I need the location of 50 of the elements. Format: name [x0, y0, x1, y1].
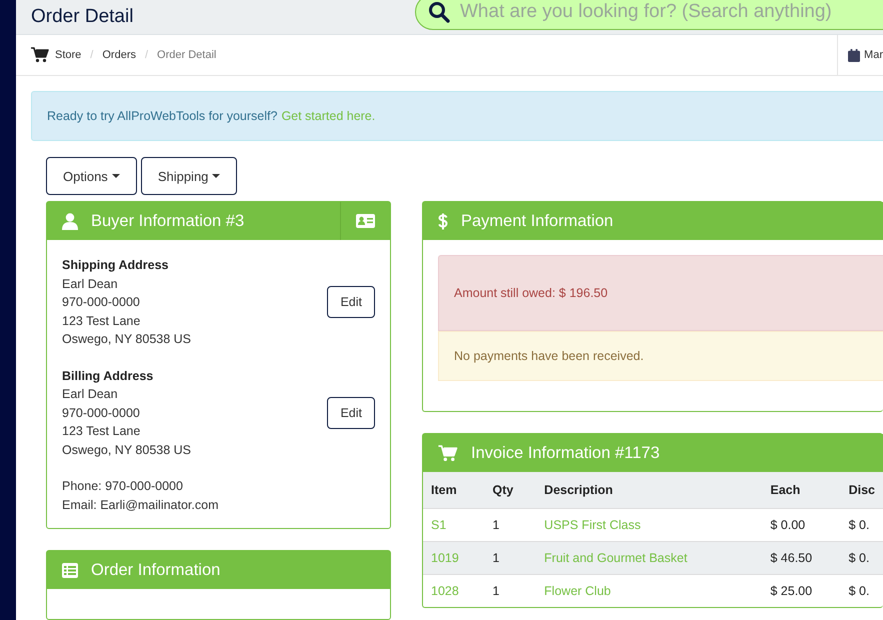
dropdown-button[interactable]: Shipping — [140, 157, 238, 195]
search-field[interactable]: What are you looking for? (Search anything) — [415, 0, 883, 30]
table-cell: $ 25.00 — [762, 574, 841, 607]
contact-card-icon — [356, 214, 375, 228]
address-heading: Shipping Address — [62, 257, 170, 274]
alert-text: Ready to try AllProWebTools for yourself? — [47, 109, 278, 123]
address-line: Earl Dean — [62, 386, 119, 403]
breadcrumb-separator: / — [144, 49, 148, 61]
address-line: Oswego, NY 80538 US — [62, 442, 192, 459]
column-header: Disc — [840, 472, 883, 508]
phone-text: Phone: 970-000-0000 — [62, 478, 184, 495]
edit-button[interactable]: Edit — [327, 286, 375, 318]
address-line: 970-000-0000 — [62, 404, 141, 422]
table-cell: $ 0. — [840, 542, 883, 574]
column-header: Description — [536, 472, 762, 508]
address-line: 123 Test Lane — [62, 312, 142, 330]
address-line: 123 Test Lane — [62, 423, 142, 440]
address-line: Oswego, NY 80538 US — [62, 331, 192, 348]
table-cell: $ 46.50 — [762, 542, 841, 574]
address-heading: Billing Address — [62, 368, 154, 385]
email-text: Email: Earli@mailinator.com — [62, 496, 220, 514]
list-icon — [62, 562, 78, 578]
address-line: 970-000-0000 — [62, 294, 141, 311]
panel-title: Payment Information — [461, 212, 614, 230]
dollar-icon — [438, 212, 448, 230]
column-header: Each — [762, 472, 841, 508]
panel-title: Order Information — [91, 560, 220, 580]
payment-note-text: No payments have been received. — [454, 349, 644, 363]
date-button[interactable]: Mar — [837, 35, 883, 75]
cart-icon — [438, 444, 458, 462]
table-cell: $ 0. — [840, 574, 883, 607]
panel-title: Invoice Information #1173 — [471, 444, 660, 462]
breadcrumb-link[interactable]: Store — [55, 49, 82, 61]
breadcrumb-link[interactable]: Orders — [102, 49, 136, 61]
breadcrumb-separator: / — [90, 49, 94, 61]
address-line: Earl Dean — [62, 276, 119, 292]
column-header: Qty — [484, 472, 536, 508]
edit-button[interactable]: Edit — [327, 396, 375, 429]
search-icon — [428, 1, 450, 23]
table-cell: 1 — [484, 542, 536, 574]
cart-icon — [31, 47, 49, 63]
dropdown-button[interactable]: Options — [46, 157, 137, 195]
table-cell: 1 — [484, 574, 536, 607]
page-title: Order Detail — [31, 6, 134, 28]
breadcrumb-current: Order Detail — [157, 49, 216, 61]
person-icon — [62, 212, 78, 230]
panel-title: Buyer Information #3 — [91, 212, 244, 230]
owed-text: Amount still owed: $ 196.50 — [454, 286, 608, 300]
calendar-icon — [848, 48, 860, 62]
column-header: Item — [423, 472, 484, 508]
